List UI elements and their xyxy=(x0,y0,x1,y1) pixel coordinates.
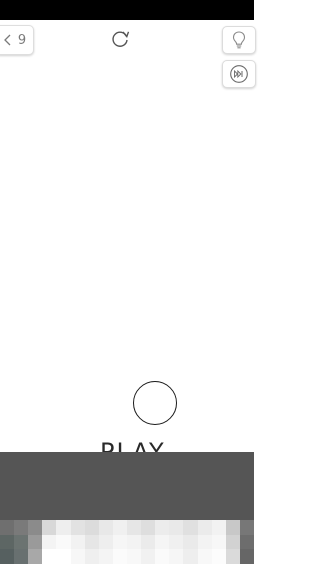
ad-image-tile xyxy=(197,534,212,550)
ad-image-tile xyxy=(84,549,99,564)
ad-image-tile xyxy=(141,549,156,564)
ad-image-tile xyxy=(70,534,85,550)
ad-image-tile xyxy=(0,549,15,564)
ad-image-tile xyxy=(169,534,184,550)
lightbulb-icon xyxy=(232,31,246,49)
restart-icon[interactable] xyxy=(109,28,131,50)
skip-forward-icon xyxy=(230,65,248,83)
ad-image-tile xyxy=(14,534,29,550)
ad-image-tile xyxy=(155,549,170,564)
ad-image-tile xyxy=(28,534,43,550)
ad-image-tile xyxy=(169,520,184,535)
ad-image-tile xyxy=(155,520,170,535)
ad-image-tile xyxy=(183,520,198,535)
ad-image-tile xyxy=(56,520,71,535)
ad-image-tile xyxy=(211,534,226,550)
ad-image-tile xyxy=(84,520,99,535)
ad-image-tile xyxy=(239,520,254,535)
ad-image-tile xyxy=(183,534,198,550)
ad-image-tile xyxy=(197,520,212,535)
ad-image-tile xyxy=(28,549,43,564)
ad-image-tile xyxy=(28,520,43,535)
ad-image-tile xyxy=(141,534,156,550)
chevron-left-icon xyxy=(3,34,11,46)
ad-image-tile xyxy=(225,549,240,564)
ad-image-tile xyxy=(126,549,142,564)
ad-image-tile xyxy=(141,520,156,535)
level-number: 9 xyxy=(17,32,27,48)
ad-image-tile xyxy=(0,520,15,535)
ad-image-tile xyxy=(84,534,99,550)
ad-image-tile xyxy=(225,534,240,550)
status-bar xyxy=(0,0,254,20)
ad-image-tile xyxy=(0,534,15,550)
ad-image-tile xyxy=(42,534,57,550)
ad-image-tile xyxy=(14,520,29,535)
ad-image-tile xyxy=(112,549,127,564)
ad-image-tile xyxy=(239,534,254,550)
ad-image-tile xyxy=(56,549,71,564)
ad-image-tile xyxy=(98,534,113,550)
ad-image[interactable] xyxy=(0,520,254,564)
ad-image-tile xyxy=(14,549,29,564)
ad-image-tile xyxy=(225,520,240,535)
ad-image-tile xyxy=(169,549,184,564)
ad-image-tile xyxy=(197,549,212,564)
ad-image-tile xyxy=(211,549,226,564)
ad-image-tile xyxy=(211,520,226,535)
ad-image-tile xyxy=(112,534,127,550)
ad-image-tile xyxy=(70,549,85,564)
ad-image-tile xyxy=(56,534,71,550)
skip-level-button[interactable] xyxy=(222,60,256,88)
ad-image-tile xyxy=(98,520,113,535)
ad-image-tile xyxy=(155,534,170,550)
back-level-button[interactable]: 9 xyxy=(0,25,34,55)
ad-image-tile xyxy=(183,549,198,564)
ad-image-tile xyxy=(98,549,113,564)
ad-image-tile xyxy=(112,520,127,535)
ad-image-tile xyxy=(239,549,254,564)
ad-image-tile xyxy=(42,520,57,535)
ad-image-tile xyxy=(126,534,142,550)
ad-image-tile xyxy=(126,520,142,535)
hint-button[interactable] xyxy=(222,26,256,54)
ad-image-tile xyxy=(42,549,57,564)
game-ball[interactable] xyxy=(133,381,177,425)
ad-image-tile xyxy=(70,520,85,535)
